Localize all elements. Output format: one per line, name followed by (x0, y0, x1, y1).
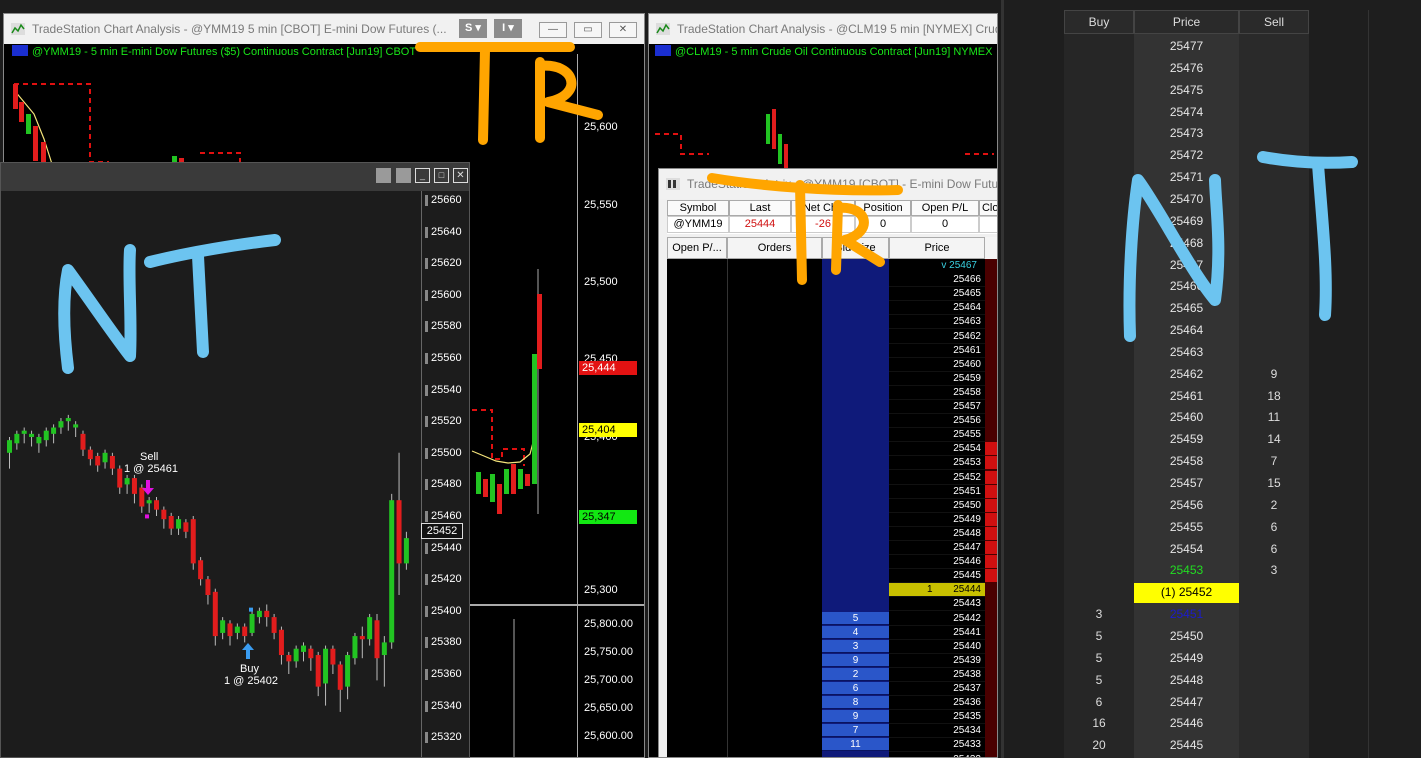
tr-annotation-2 (707, 173, 903, 285)
annotation-layer (58, 42, 1358, 374)
nt-annotation-2 (1123, 151, 1358, 342)
tr-annotation-1 (415, 42, 603, 145)
nt-annotation-1 (58, 234, 281, 374)
